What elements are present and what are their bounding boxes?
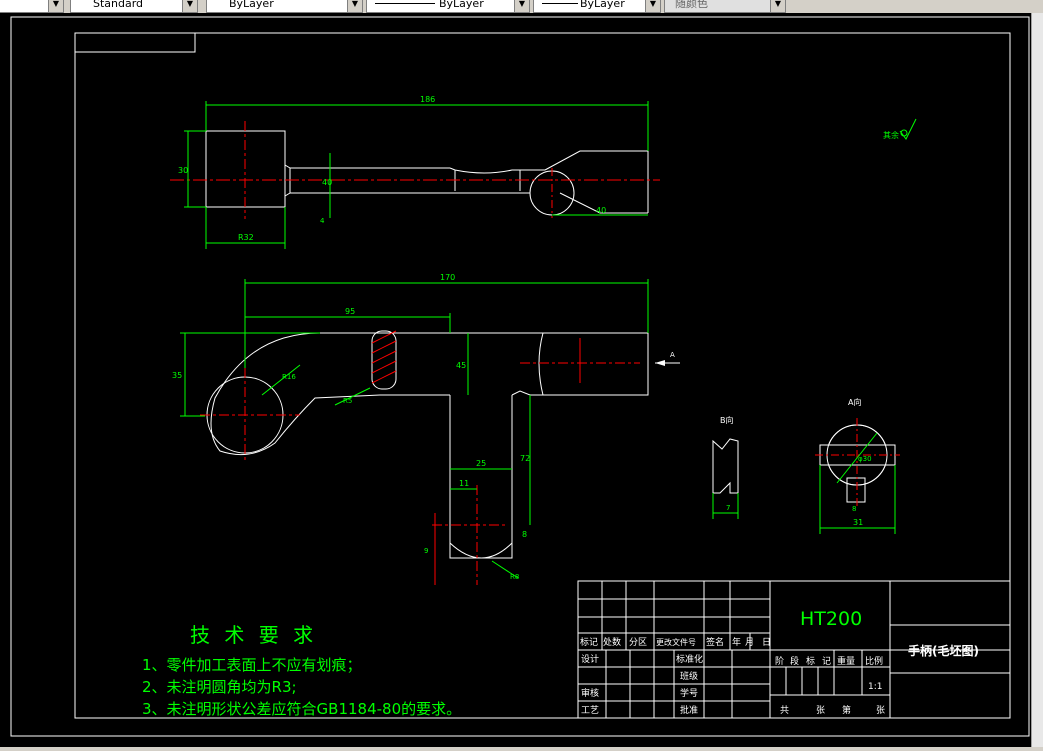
dim-front-45: 45 <box>456 361 466 370</box>
lineweight-select[interactable]: ByLayer ▼ <box>533 0 661 13</box>
svg-text:比例: 比例 <box>865 655 883 667</box>
dim-front-95: 95 <box>345 307 355 316</box>
svg-text:标: 标 <box>806 655 815 667</box>
chevron-down-icon[interactable]: ▼ <box>514 0 529 12</box>
layer-value: ByLayer <box>229 0 274 10</box>
vertical-scrollbar[interactable] <box>1031 13 1043 747</box>
view-arrow-a: A <box>670 351 675 359</box>
plot-style-value: 随颜色 <box>675 0 708 10</box>
linetype-value: ByLayer <box>439 0 484 10</box>
svg-text:7: 7 <box>726 504 730 512</box>
svg-text:A向: A向 <box>848 397 861 407</box>
svg-text:审核: 审核 <box>581 687 599 699</box>
svg-text:1:1: 1:1 <box>868 682 882 692</box>
technical-requirements: 技 术 要 求 1、零件加工表面上不应有划痕； 2、未注明圆角均为R3; 3、未… <box>142 623 461 718</box>
dim-front-25: 25 <box>476 459 486 468</box>
dim-front-9: 9 <box>424 547 428 555</box>
layer-select[interactable]: ByLayer ▼ <box>206 0 363 13</box>
svg-text:标记: 标记 <box>580 636 598 648</box>
svg-text:工艺: 工艺 <box>581 705 599 716</box>
inner-border <box>74 32 1011 719</box>
chevron-down-icon[interactable]: ▼ <box>182 0 197 12</box>
dim-front-72: 72 <box>520 454 530 463</box>
dim-top-height: 30 <box>178 166 188 175</box>
corner-box <box>74 32 196 53</box>
plot-style-select[interactable]: 随颜色 ▼ <box>664 0 786 13</box>
lineweight-preview <box>542 3 578 4</box>
drawing-canvas[interactable]: 186 30 40 4 R32 40 其余 170 95 35 45 R16 R… <box>0 13 1031 747</box>
notes-line-2: 2、未注明圆角均为R3; <box>142 678 297 696</box>
dim-front-35: 35 <box>172 371 182 380</box>
svg-text:签名: 签名 <box>706 636 724 648</box>
roughness-symbol: 其余 <box>883 118 917 140</box>
dim-top-length: 186 <box>420 95 435 104</box>
svg-text:张: 张 <box>876 705 885 716</box>
dim-top-small: 4 <box>320 217 325 225</box>
lineweight-value: ByLayer <box>580 0 625 10</box>
chevron-down-icon[interactable]: ▼ <box>347 0 362 12</box>
view-a: A向 φ30 8 31 <box>815 397 900 534</box>
linetype-preview <box>375 3 435 4</box>
front-view: 170 95 35 45 R16 R5 25 11 72 8 9 R8 A <box>172 273 680 585</box>
svg-text:日: 日 <box>762 637 771 648</box>
chevron-down-icon[interactable]: ▼ <box>645 0 660 12</box>
text-style-dropdown[interactable]: ▼ <box>0 0 64 13</box>
svg-text:B向: B向 <box>720 415 734 425</box>
svg-text:设计: 设计 <box>581 653 599 665</box>
dim-front-r5: R5 <box>343 397 352 405</box>
svg-text:标准化: 标准化 <box>676 653 703 665</box>
dim-front-r16: R16 <box>282 373 296 381</box>
svg-text:班级: 班级 <box>680 670 698 682</box>
svg-text:φ30: φ30 <box>858 455 872 463</box>
svg-text:年: 年 <box>732 636 741 648</box>
svg-text:31: 31 <box>853 518 863 527</box>
dim-front-8: 8 <box>522 530 527 539</box>
linetype-select[interactable]: ByLayer ▼ <box>366 0 530 13</box>
svg-text:其余: 其余 <box>883 130 899 140</box>
top-view: 186 30 40 4 R32 40 <box>170 95 660 249</box>
notes-line-1: 1、零件加工表面上不应有划痕； <box>142 656 362 674</box>
text-style-select[interactable]: Standard ▼ <box>70 0 198 13</box>
svg-text:共: 共 <box>780 705 789 716</box>
svg-text:处数: 处数 <box>603 636 621 648</box>
dim-top-diam: 40 <box>322 178 332 187</box>
dim-front-r8: R8 <box>510 573 519 581</box>
svg-text:批准: 批准 <box>680 704 698 716</box>
svg-text:段: 段 <box>790 655 799 667</box>
notes-line-3: 3、未注明形状公差应符合GB1184-80的要求。 <box>142 700 461 718</box>
svg-text:月: 月 <box>745 637 754 648</box>
notes-title: 技 术 要 求 <box>190 623 317 647</box>
svg-text:分区: 分区 <box>629 637 647 648</box>
chevron-down-icon[interactable]: ▼ <box>770 0 785 12</box>
view-b: B向 7 <box>712 415 739 519</box>
dim-top-right: 40 <box>596 206 606 215</box>
svg-text:记: 记 <box>822 656 831 667</box>
svg-text:8: 8 <box>852 505 856 513</box>
dim-front-11: 11 <box>459 479 469 488</box>
svg-text:更改文件号: 更改文件号 <box>656 637 696 647</box>
dim-front-total: 170 <box>440 273 455 282</box>
part-name: 手柄(毛坯图) <box>908 643 979 658</box>
svg-text:张: 张 <box>816 705 825 716</box>
svg-text:第: 第 <box>842 704 851 716</box>
text-style-value: Standard <box>93 0 144 10</box>
title-block: HT200 手柄(毛坯图) 标记 处数 分区 更改文件号 签名 年 月 日 设计… <box>577 580 1011 719</box>
chevron-down-icon[interactable]: ▼ <box>48 0 63 12</box>
svg-text:学号: 学号 <box>680 687 698 699</box>
outer-border <box>10 16 1030 737</box>
cad-drawing: 186 30 40 4 R32 40 其余 170 95 35 45 R16 R… <box>10 16 1030 737</box>
properties-toolbar: ▼ Standard ▼ ByLayer ▼ ByLayer ▼ ByLayer… <box>0 0 1043 14</box>
svg-text:重量: 重量 <box>837 655 855 667</box>
dim-top-bottom: R32 <box>238 233 254 242</box>
svg-text:阶: 阶 <box>775 655 784 667</box>
material-label: HT200 <box>800 608 862 630</box>
